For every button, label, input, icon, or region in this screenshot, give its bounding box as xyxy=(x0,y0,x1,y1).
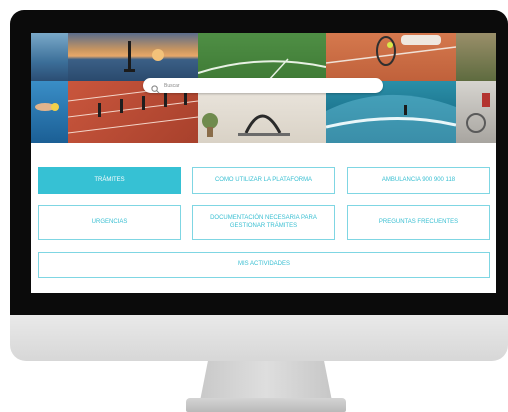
search-input[interactable]: Buscar xyxy=(143,78,383,94)
collage-photo-sky xyxy=(31,33,68,81)
urgencias-button[interactable]: URGENCIAS xyxy=(38,205,181,240)
collage-photo-yoga-sunset xyxy=(68,33,198,81)
search-placeholder: Buscar xyxy=(164,82,180,89)
collage-photo-swimmer xyxy=(31,81,68,143)
tramites-button[interactable]: TRÁMITES xyxy=(38,167,181,194)
monitor-mockup: Buscar TRÁMITES COMO UTILIZAR LA PLATAFO… xyxy=(0,0,508,412)
ambulancia-button[interactable]: AMBULANCIA 900 900 118 xyxy=(347,167,490,194)
collage-photo-tennis xyxy=(326,33,456,81)
collage-photo-cyclist xyxy=(456,81,496,143)
screen: Buscar TRÁMITES COMO UTILIZAR LA PLATAFO… xyxy=(31,33,496,293)
monitor-chin xyxy=(10,315,508,361)
hero-collage: Buscar xyxy=(31,33,496,143)
documentacion-button[interactable]: DOCUMENTACIÓN NECESARIA PARA GESTIONAR T… xyxy=(192,205,335,240)
monitor-stand-base xyxy=(186,398,346,412)
collage-photo-football-field xyxy=(198,33,326,81)
preguntas-frecuentes-button[interactable]: PREGUNTAS FRECUENTES xyxy=(347,205,490,240)
monitor-stand-neck xyxy=(200,361,332,401)
collage-photo-palm xyxy=(456,33,496,81)
mis-actividades-button[interactable]: MIS ACTIVIDADES xyxy=(38,252,490,278)
como-utilizar-button[interactable]: COMO UTILIZAR LA PLATAFORMA xyxy=(192,167,335,194)
search-icon xyxy=(151,81,160,94)
